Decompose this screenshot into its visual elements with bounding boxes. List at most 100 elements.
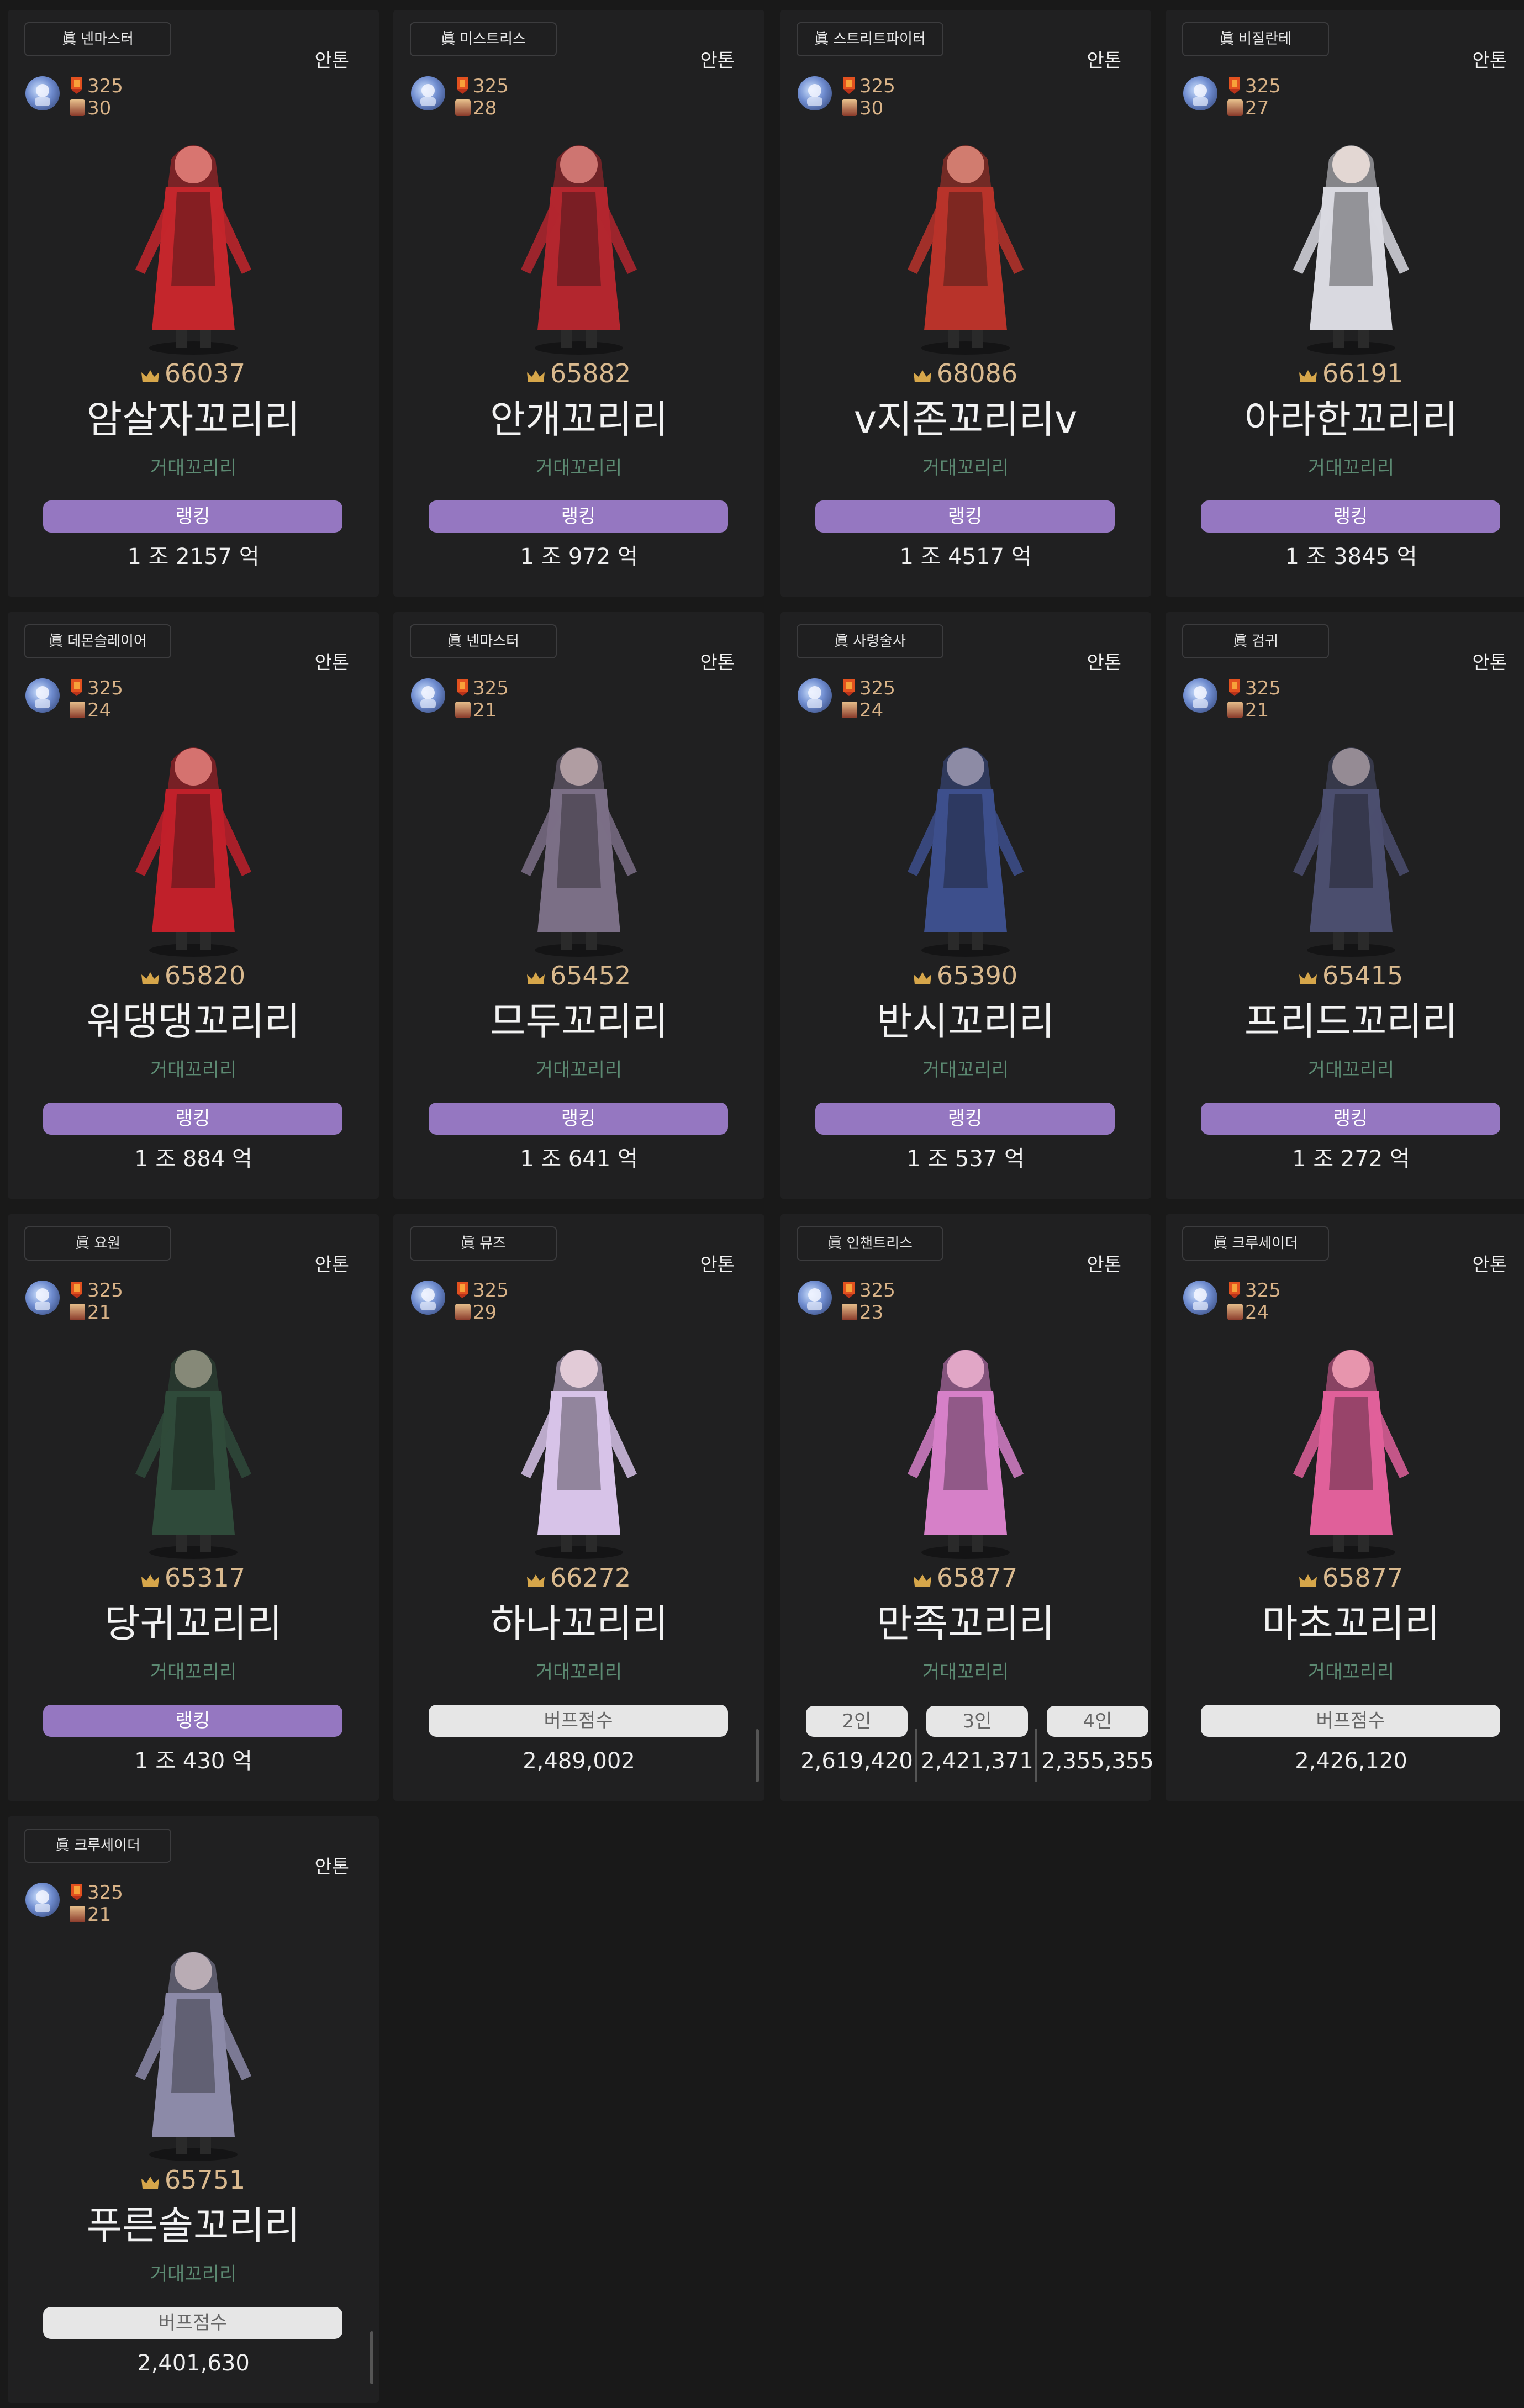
buff-score-value: 2,426,120 <box>1295 1748 1407 1774</box>
character-card[interactable]: 眞 비질란테 안톤 325 27 66191 아라한꼬리리 거대꼬리리 랭킹 1 조 3845 … <box>1166 10 1524 597</box>
character-name[interactable]: 안개꼬리리 <box>393 394 764 444</box>
ranking-value: 1 조 641 억 <box>520 1146 638 1172</box>
score-value: 65877 <box>1322 1563 1404 1593</box>
character-name[interactable]: v지존꼬리리v <box>780 394 1151 444</box>
crown-icon <box>1299 961 1317 984</box>
class-mini-icon <box>842 99 857 116</box>
adventure-name: 거대꼬리리 <box>150 1059 237 1081</box>
crown-icon <box>526 961 545 984</box>
job-badge: 眞 비질란테 <box>1182 22 1329 56</box>
character-sprite <box>468 723 689 966</box>
character-sprite <box>83 1325 304 1568</box>
character-name[interactable]: 므두꼬리리 <box>393 997 764 1046</box>
job-badge: 眞 크루세이더 <box>1182 1226 1329 1261</box>
fame-value: 325 <box>87 1279 123 1302</box>
ranking-button[interactable]: 랭킹 <box>43 1103 342 1135</box>
party-4-button[interactable]: 4인 <box>1047 1706 1148 1737</box>
character-card[interactable]: 眞 넨마스터 안톤 325 21 65452 므두꼬리리 거대꼬리리 랭킹 1 조 641 억 <box>393 612 764 1199</box>
character-name[interactable]: 만족꼬리리 <box>780 1599 1151 1648</box>
crown-icon <box>141 2165 159 2189</box>
fame-icon <box>71 77 83 94</box>
fame-icon <box>71 679 83 696</box>
party-4-score: 2,355,355 <box>1041 1748 1154 1774</box>
character-sprite <box>1241 723 1462 966</box>
ranking-button[interactable]: 랭킹 <box>429 500 728 533</box>
fame-value: 325 <box>473 1279 509 1302</box>
character-name[interactable]: 아라한꼬리리 <box>1166 394 1524 444</box>
score-value: 68086 <box>936 359 1018 388</box>
ranking-button[interactable]: 랭킹 <box>43 1705 342 1737</box>
fame-value: 325 <box>1245 677 1281 699</box>
buff-score-button[interactable]: 버프점수 <box>429 1705 728 1737</box>
adventure-avatar-icon <box>411 76 445 110</box>
character-name[interactable]: 암살자꼬리리 <box>8 394 379 444</box>
server-label: 안톤 <box>1087 1254 1121 1276</box>
combat-score: 65820 <box>8 960 379 991</box>
combat-score: 65751 <box>8 2164 379 2195</box>
adventure-name: 거대꼬리리 <box>1307 1661 1395 1683</box>
job-badge: 眞 넨마스터 <box>24 22 171 56</box>
character-card[interactable]: 眞 사령술사 안톤 325 24 65390 반시꼬리리 거대꼬리리 랭킹 1 조 537 억 <box>780 612 1151 1199</box>
score-value: 66272 <box>550 1563 631 1593</box>
class-mini-icon <box>455 1304 471 1320</box>
score-value: 66037 <box>164 359 246 388</box>
combat-score: 65877 <box>1166 1562 1524 1593</box>
character-name[interactable]: 프리드꼬리리 <box>1166 997 1524 1046</box>
crown-icon <box>141 961 159 984</box>
adventure-avatar-icon <box>798 76 832 110</box>
character-name[interactable]: 하나꼬리리 <box>393 1599 764 1648</box>
character-card[interactable]: 眞 미스트리스 안톤 325 28 65882 안개꼬리리 거대꼬리리 랭킹 1 조 972 억 <box>393 10 764 597</box>
buff-score-button[interactable]: 버프점수 <box>43 2307 342 2339</box>
score-value: 65820 <box>164 961 246 990</box>
combat-score: 65452 <box>393 960 764 991</box>
character-name[interactable]: 푸른솔꼬리리 <box>8 2201 379 2251</box>
character-card[interactable]: 眞 뮤즈 안톤 325 29 66272 하나꼬리리 거대꼬리리 버프점수 2,489,002 <box>393 1214 764 1801</box>
character-name[interactable]: 워댕댕꼬리리 <box>8 997 379 1046</box>
level-value: 29 <box>473 1302 497 1324</box>
ranking-button[interactable]: 랭킹 <box>43 500 342 533</box>
combat-score: 65882 <box>393 358 764 389</box>
character-sprite <box>83 120 304 363</box>
level-value: 21 <box>473 699 497 721</box>
scrollbar[interactable] <box>756 1729 759 1782</box>
score-value: 65390 <box>936 961 1018 990</box>
adventure-avatar-icon <box>25 1883 60 1917</box>
job-badge: 眞 미스트리스 <box>410 22 557 56</box>
character-name[interactable]: 당귀꼬리리 <box>8 1599 379 1648</box>
ranking-button[interactable]: 랭킹 <box>815 500 1115 533</box>
ranking-button[interactable]: 랭킹 <box>1201 500 1500 533</box>
level-value: 30 <box>87 97 112 119</box>
party-3-button[interactable]: 3인 <box>926 1706 1028 1737</box>
fame-value: 325 <box>473 677 509 699</box>
adventure-avatar-icon <box>411 678 445 713</box>
class-mini-icon <box>842 1304 857 1320</box>
character-name[interactable]: 반시꼬리리 <box>780 997 1151 1046</box>
character-card[interactable]: 眞 넨마스터 안톤 325 30 66037 암살자꼬리리 거대꼬리리 랭킹 1 조 2157 … <box>8 10 379 597</box>
crown-icon <box>913 961 931 984</box>
ranking-button[interactable]: 랭킹 <box>815 1103 1115 1135</box>
fame-value: 325 <box>87 1882 123 1904</box>
fame-icon <box>1228 1282 1241 1298</box>
character-sprite <box>468 1325 689 1568</box>
character-card[interactable]: 眞 크루세이더 안톤 325 24 65877 마초꼬리리 거대꼬리리 버프점수 2,426,1… <box>1166 1214 1524 1801</box>
fame-value: 325 <box>859 75 895 97</box>
crown-icon <box>526 1563 545 1587</box>
character-card[interactable]: 眞 스트리트파이터 안톤 325 30 68086 v지존꼬리리v 거대꼬리리 랭킹 1 조 4… <box>780 10 1151 597</box>
character-card[interactable]: 眞 크루세이더 안톤 325 21 65751 푸른솔꼬리리 거대꼬리리 버프점수 2,401,… <box>8 1816 379 2403</box>
character-card[interactable]: 眞 데몬슬레이어 안톤 325 24 65820 워댕댕꼬리리 거대꼬리리 랭킹 1 조 884… <box>8 612 379 1199</box>
adventure-name: 거대꼬리리 <box>922 1059 1009 1081</box>
ranking-button[interactable]: 랭킹 <box>1201 1103 1500 1135</box>
level-value: 23 <box>859 1302 884 1324</box>
ranking-value: 1 조 537 억 <box>906 1146 1025 1172</box>
character-card[interactable]: 眞 검귀 안톤 325 21 65415 프리드꼬리리 거대꼬리리 랭킹 1 조 272 억 <box>1166 612 1524 1199</box>
level-value: 28 <box>473 97 497 119</box>
ranking-button[interactable]: 랭킹 <box>429 1103 728 1135</box>
character-card[interactable]: 眞 요원 안톤 325 21 65317 당귀꼬리리 거대꼬리리 랭킹 1 조 430 억 <box>8 1214 379 1801</box>
character-card[interactable]: 眞 인챈트리스 안톤 325 23 65877 만족꼬리리 거대꼬리리 2인 2,619,420… <box>780 1214 1154 1801</box>
server-label: 안톤 <box>700 652 735 674</box>
party-2-button[interactable]: 2인 <box>806 1706 908 1737</box>
buff-score-button[interactable]: 버프점수 <box>1201 1705 1500 1737</box>
character-name[interactable]: 마초꼬리리 <box>1166 1599 1524 1648</box>
adventure-avatar-icon <box>411 1281 445 1315</box>
scrollbar[interactable] <box>370 2331 373 2384</box>
